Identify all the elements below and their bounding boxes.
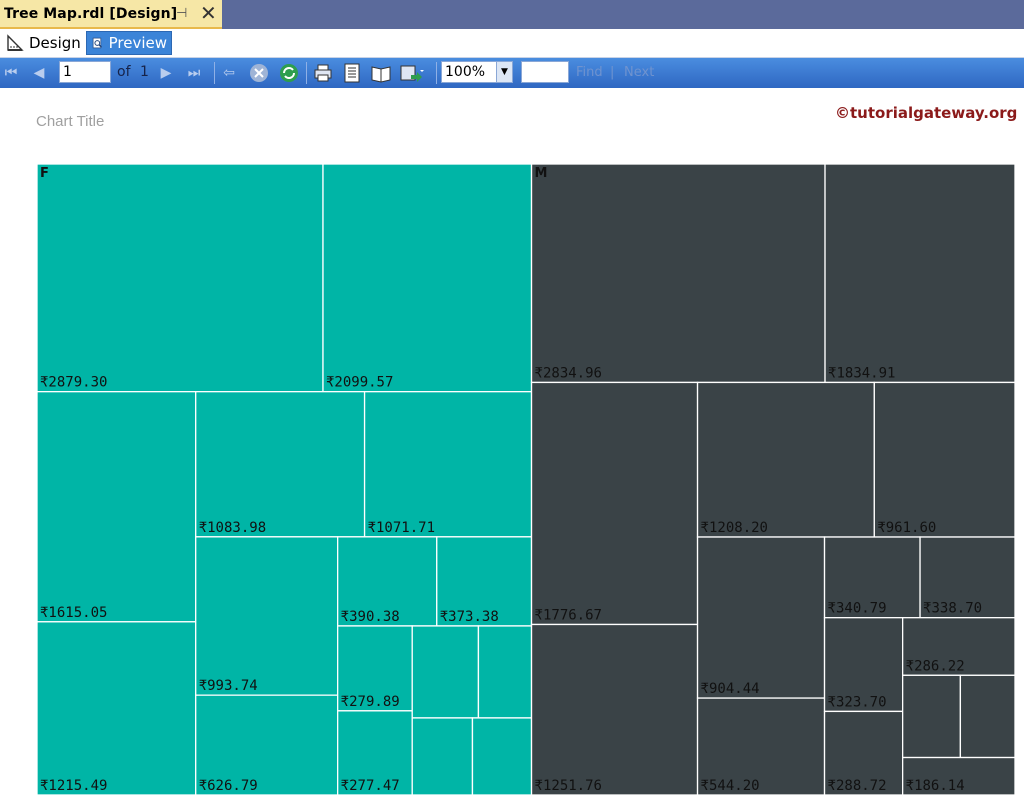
tile-value-label: ₹279.89	[341, 694, 400, 710]
treemap-tile-m[interactable]	[696, 381, 875, 538]
treemap-tile-f[interactable]	[195, 391, 366, 538]
treemap-tile-m[interactable]	[696, 536, 826, 699]
tile-value-label: ₹288.72	[828, 778, 887, 794]
tile-value-label: ₹626.79	[199, 778, 258, 794]
tile-value-label: ₹1834.91	[828, 365, 895, 381]
treemap-tile-m[interactable]	[824, 163, 1016, 384]
tile-value-label: ₹286.22	[906, 658, 965, 674]
tile-value-label: ₹186.14	[906, 778, 965, 794]
tile-value-label: ₹1215.49	[40, 778, 107, 794]
tile-value-label: ₹2834.96	[535, 365, 602, 381]
tile-value-label: ₹544.20	[701, 778, 760, 794]
group-label-f: F	[40, 166, 49, 181]
tile-value-label: ₹373.38	[440, 609, 499, 625]
tile-value-label: ₹340.79	[828, 601, 887, 617]
tile-value-label: ₹277.47	[341, 778, 400, 794]
tile-value-label: ₹1251.76	[535, 778, 602, 794]
tile-value-label: ₹1615.05	[40, 605, 107, 621]
treemap-tile-f[interactable]	[471, 717, 533, 796]
treemap-tile-f[interactable]	[477, 625, 533, 719]
tile-value-label: ₹961.60	[877, 520, 936, 536]
tile-value-label: ₹2879.30	[40, 375, 107, 391]
tile-value-label: ₹904.44	[701, 681, 760, 697]
tile-value-label: ₹993.74	[199, 678, 258, 694]
tile-value-label: ₹390.38	[341, 609, 400, 625]
treemap-tile-m[interactable]	[530, 163, 826, 384]
treemap-chart: ₹2879.30 ₹2099.57 ₹1615.05 ₹1215.49 ₹1083.98…	[36, 163, 1016, 796]
treemap-tile-f[interactable]	[36, 621, 197, 796]
treemap-tile-f[interactable]	[195, 536, 339, 696]
tile-value-label: ₹2099.57	[326, 375, 393, 391]
tile-value-label: ₹1071.71	[368, 520, 435, 536]
tile-value-label: ₹1083.98	[199, 520, 266, 536]
treemap-tile-m[interactable]	[530, 381, 699, 626]
tile-value-label: ₹338.70	[923, 601, 982, 617]
treemap-tile-m[interactable]	[873, 381, 1016, 538]
treemap-tile-m[interactable]	[959, 674, 1016, 759]
treemap-tile-m[interactable]	[901, 674, 962, 759]
tile-value-label: ₹1208.20	[701, 520, 768, 536]
tile-value-label: ₹1776.67	[535, 607, 602, 623]
treemap-tile-f[interactable]	[36, 391, 197, 623]
treemap-tile-f[interactable]	[36, 163, 324, 393]
treemap-tile-f[interactable]	[411, 717, 474, 796]
treemap-tile-f[interactable]	[363, 391, 533, 538]
tile-value-label: ₹323.70	[828, 694, 887, 710]
treemap-tile-f[interactable]	[322, 163, 533, 393]
group-label-m: M	[535, 166, 548, 181]
treemap-tile-f[interactable]	[411, 625, 480, 719]
treemap-tile-m[interactable]	[530, 623, 699, 796]
